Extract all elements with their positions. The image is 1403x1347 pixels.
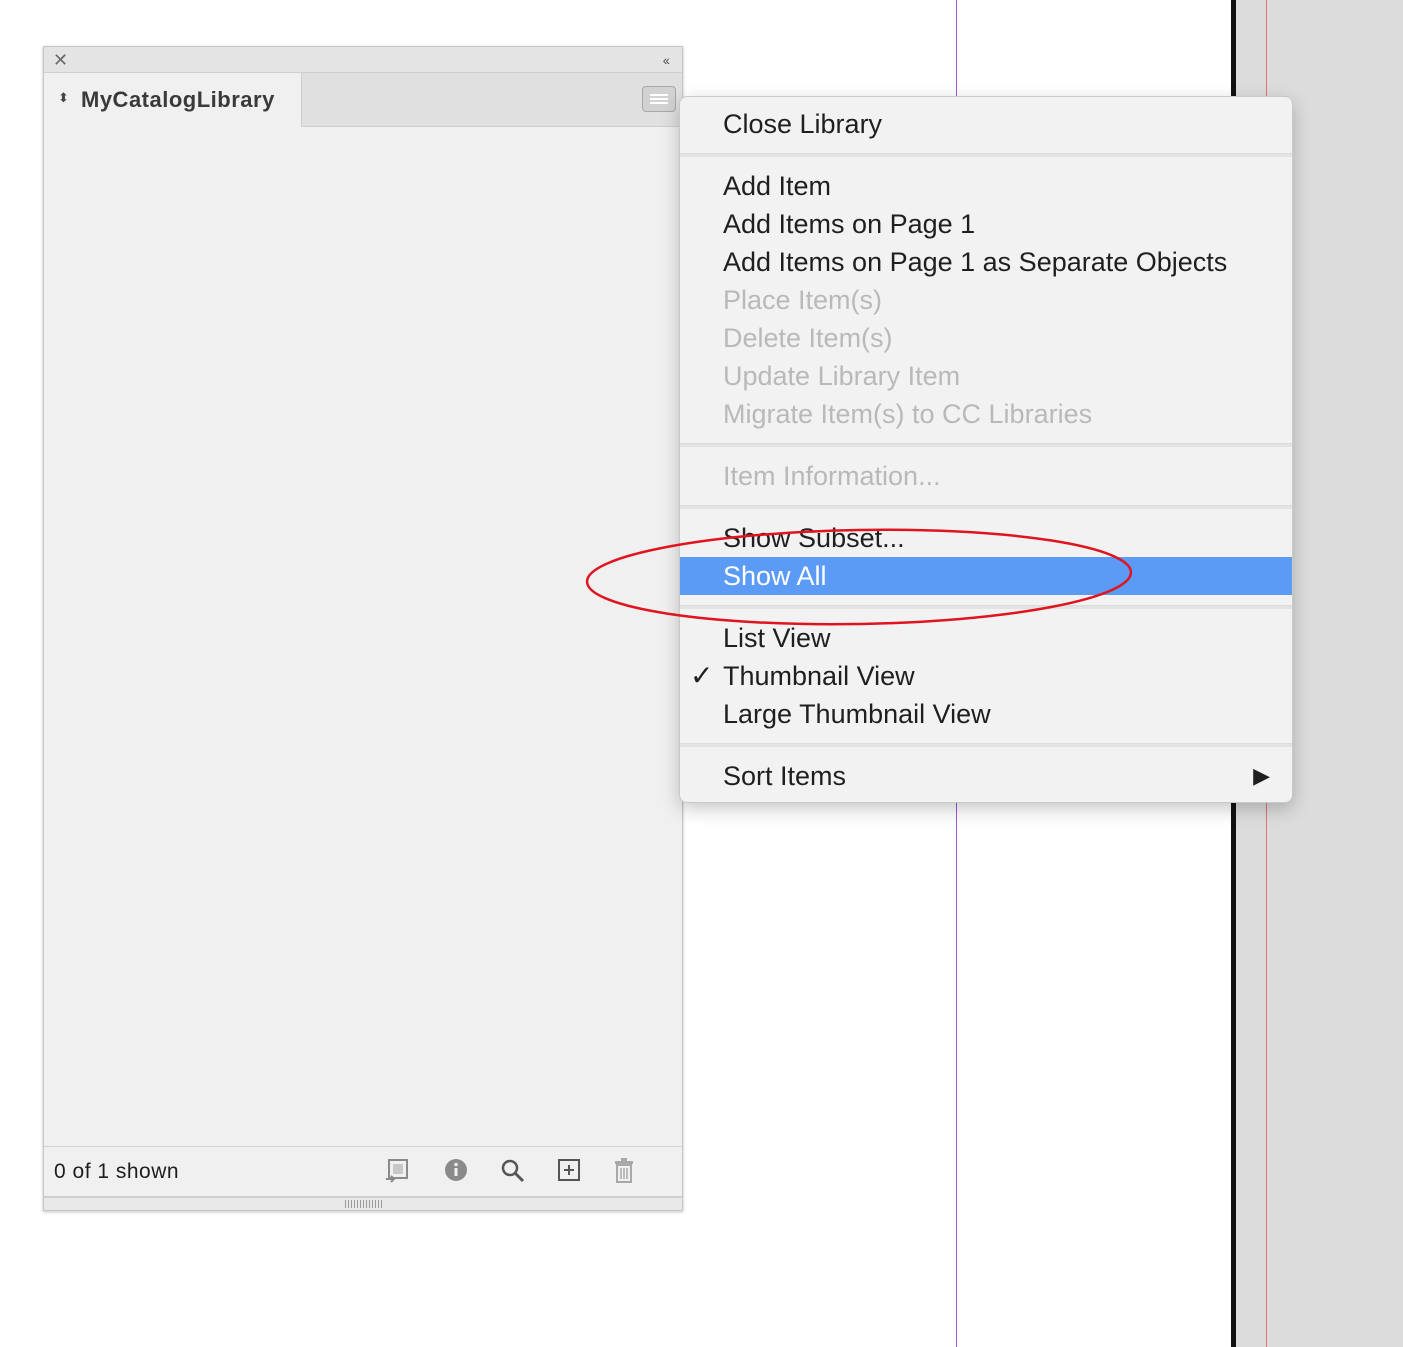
grip-icon (345, 1200, 383, 1208)
place-item-icon[interactable] (384, 1157, 412, 1185)
menu-item-item-information: Item Information... (723, 461, 941, 491)
menu-item-show-subset[interactable]: Show Subset... (680, 519, 1292, 557)
search-icon[interactable] (499, 1157, 527, 1185)
menu-item-large-thumbnail-view[interactable]: Large Thumbnail View (680, 695, 1292, 733)
panel-title-bar[interactable]: ✕ ‹‹ (44, 47, 682, 73)
library-panel-menu: Close Library Add Item Add Items on Page… (679, 96, 1293, 803)
menu-separator (680, 605, 1292, 609)
menu-item-delete-items: Delete Item(s) (723, 323, 893, 353)
tab-arrows-icon: ⬍ (58, 90, 69, 105)
panel-tab-bar: ⬍ MyCatalogLibrary (44, 73, 682, 127)
panel-footer: 0 of 1 shown (44, 1146, 682, 1196)
library-tab-label: MyCatalogLibrary (81, 87, 275, 112)
hamburger-icon (650, 94, 668, 96)
panel-resize-handle[interactable] (44, 1196, 682, 1210)
menu-item-add-items-on-page[interactable]: Add Items on Page 1 (680, 205, 1292, 243)
library-items-area[interactable] (44, 127, 682, 1146)
trash-icon[interactable] (610, 1157, 638, 1185)
menu-item-show-all[interactable]: Show All (680, 557, 1292, 595)
menu-separator (680, 505, 1292, 509)
library-panel: ✕ ‹‹ ⬍ MyCatalogLibrary 0 of 1 shown (43, 46, 683, 1211)
menu-item-thumbnail-view[interactable]: ✓ Thumbnail View (680, 657, 1292, 695)
menu-item-sort-items[interactable]: Sort Items ▶ (680, 757, 1292, 795)
menu-item-close-library[interactable]: Close Library (680, 105, 1292, 143)
close-icon[interactable]: ✕ (53, 50, 68, 70)
menu-separator (680, 153, 1292, 157)
menu-item-add-item[interactable]: Add Item (680, 167, 1292, 205)
info-icon[interactable] (442, 1157, 470, 1185)
checkmark-icon: ✓ (690, 660, 714, 691)
menu-item-list-view[interactable]: List View (680, 619, 1292, 657)
status-text: 0 of 1 shown (54, 1160, 180, 1183)
menu-item-sort-items-label: Sort Items (723, 761, 847, 791)
submenu-arrow-icon: ▶ (1253, 763, 1270, 788)
tab-mycataloglibrary[interactable]: ⬍ MyCatalogLibrary (44, 73, 302, 127)
menu-item-migrate-items: Migrate Item(s) to CC Libraries (723, 399, 1093, 429)
menu-separator (680, 743, 1292, 747)
menu-item-add-items-separate[interactable]: Add Items on Page 1 as Separate Objects (680, 243, 1292, 281)
collapse-icon[interactable]: ‹‹ (663, 51, 670, 69)
menu-item-place-items: Place Item(s) (723, 285, 883, 315)
new-item-icon[interactable] (555, 1157, 583, 1185)
panel-menu-button[interactable] (642, 86, 676, 112)
menu-item-update-library-item: Update Library Item (723, 361, 961, 391)
menu-item-thumbnail-view-label: Thumbnail View (723, 661, 915, 691)
menu-separator (680, 443, 1292, 447)
